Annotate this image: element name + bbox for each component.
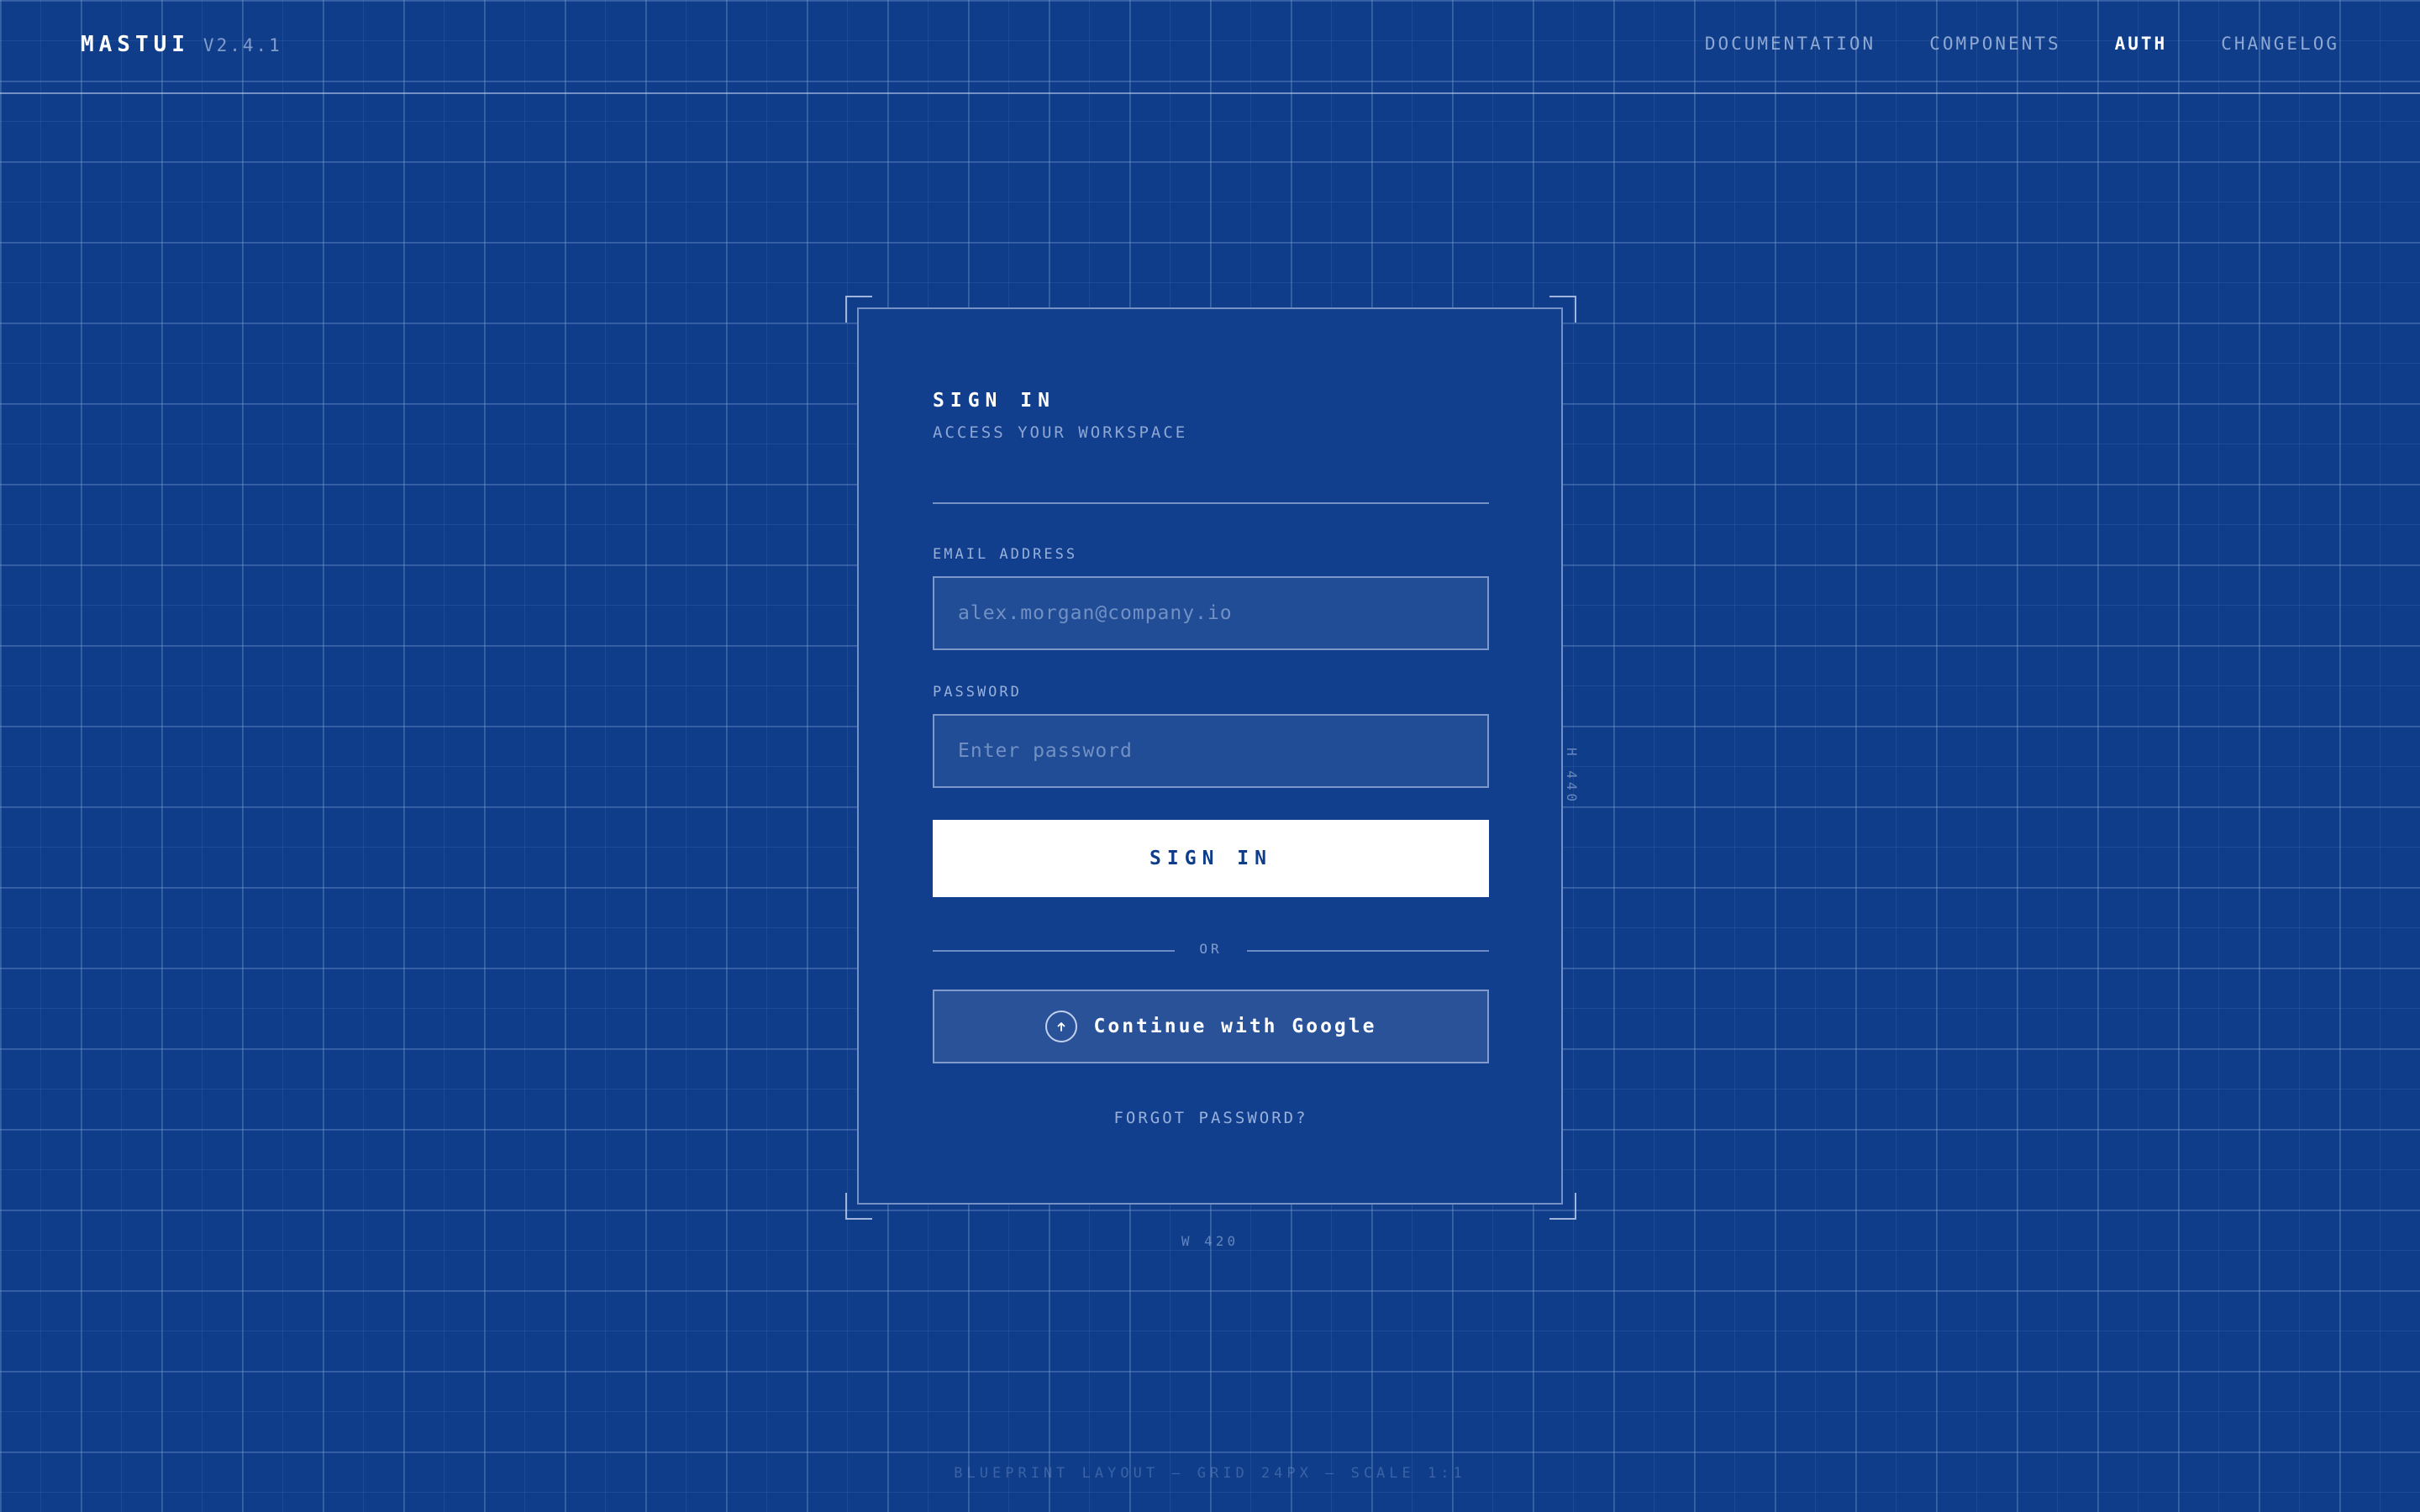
nav-changelog[interactable]: CHANGELOG <box>2221 34 2339 54</box>
brand[interactable]: MASTUI V2.4.1 <box>81 32 282 57</box>
divider-label: OR <box>1199 941 1223 957</box>
card-subtitle: ACCESS YOUR WORKSPACE <box>933 423 1188 442</box>
password-label: PASSWORD <box>933 684 1022 701</box>
blueprint-footer-note: BLUEPRINT LAYOUT — GRID 24PX — SCALE 1:1 <box>954 1465 1466 1482</box>
upload-circle-icon <box>1044 1011 1077 1042</box>
brand-name: MASTUI <box>81 32 190 57</box>
email-label: EMAIL ADDRESS <box>933 546 1078 563</box>
or-divider: OR <box>933 941 1489 961</box>
height-annotation: H 440 <box>1564 748 1580 806</box>
top-bar: MASTUI V2.4.1 DOCUMENTATION COMPONENTS A… <box>0 0 2420 94</box>
divider-line-right <box>1247 950 1489 952</box>
main-nav: DOCUMENTATION COMPONENTS AUTH CHANGELOG <box>1705 34 2339 54</box>
title-divider <box>933 502 1489 504</box>
nav-auth[interactable]: AUTH <box>2115 34 2168 54</box>
nav-documentation[interactable]: DOCUMENTATION <box>1705 34 1876 54</box>
card-title: SIGN IN <box>933 390 1055 412</box>
google-button-label: Continue with Google <box>1093 1016 1377 1037</box>
forgot-password-link[interactable]: FORGOT PASSWORD? <box>933 1109 1489 1127</box>
version-label: V2.4.1 <box>203 35 282 55</box>
signin-card: SIGN IN ACCESS YOUR WORKSPACE EMAIL ADDR… <box>857 307 1563 1205</box>
google-signin-button[interactable]: Continue with Google <box>933 990 1489 1063</box>
width-annotation: W 420 <box>1181 1233 1239 1249</box>
email-input[interactable] <box>933 576 1489 650</box>
nav-components[interactable]: COMPONENTS <box>1929 34 2060 54</box>
password-input[interactable] <box>933 714 1489 788</box>
sign-in-button[interactable]: SIGN IN <box>933 820 1489 897</box>
